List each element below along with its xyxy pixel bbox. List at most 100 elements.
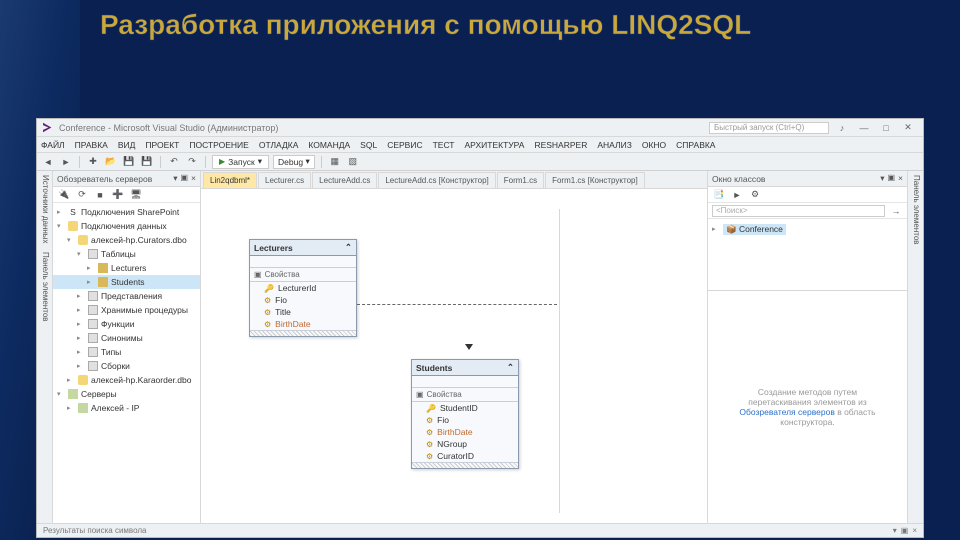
menu-edit[interactable]: ПРАВКА [75,140,108,150]
tree-students[interactable]: Students [111,277,145,287]
class-node-conference[interactable]: 📦 Conference [723,224,786,235]
methods-hint-panel: Создание методов путем перетаскивания эл… [708,291,907,523]
menu-resharper[interactable]: RESHARPER [534,140,587,150]
prop-sbirthdate: BirthDate [437,427,472,437]
panel-dropdown-icon[interactable]: ▾ [880,173,884,184]
menu-tools[interactable]: СЕРВИС [387,140,422,150]
panel-close-icon[interactable]: × [191,173,196,184]
titlebar: Conference - Microsoft Visual Studio (Ад… [37,119,923,137]
maximize-button[interactable]: □ [877,122,895,134]
redo-icon[interactable]: ↷ [185,155,199,169]
tree-tables[interactable]: Таблицы [101,249,136,259]
nav-back-icon[interactable]: ◄ [41,155,55,169]
tree-dataconn[interactable]: Подключения данных [81,221,167,231]
class-settings-icon[interactable]: ⚙ [748,188,762,202]
db-icon [68,221,78,231]
tree-asm[interactable]: Сборки [101,361,130,371]
toolbox-tab-right[interactable]: Панель элементов [910,175,921,245]
class-nav-icon[interactable]: 📑 [712,188,726,202]
save-icon[interactable]: 💾 [122,155,136,169]
tab-linq2db[interactable]: Lin2qdbml* [203,172,257,188]
panel-pin-icon[interactable]: ▣ [180,173,188,184]
canvas-splitter[interactable] [559,209,560,513]
tab-lectureadd-cs[interactable]: LectureAdd.cs [312,172,377,188]
quick-launch-input[interactable]: Быстрый запуск (Ctrl+Q) [709,122,829,134]
stop-icon[interactable]: ■ [93,188,107,202]
entity-resize-handle[interactable] [250,330,356,336]
tool-a-icon[interactable]: ▦ [328,155,342,169]
bottom-dropdown-icon[interactable]: ▾ [893,526,897,535]
window-title: Conference - Microsoft Visual Studio (Ад… [59,123,278,133]
menu-test[interactable]: ТЕСТ [433,140,455,150]
tree-views[interactable]: Представления [101,291,162,301]
tool-b-icon[interactable]: ▧ [346,155,360,169]
class-search-go-icon[interactable]: → [889,204,903,218]
datasources-tab[interactable]: Источники данных [39,175,50,244]
entity-collapse-icon[interactable]: ⌃ [345,242,352,253]
tree-procs[interactable]: Хранимые процедуры [101,305,188,315]
menu-team[interactable]: КОМАНДА [308,140,350,150]
tab-form1-design[interactable]: Form1.cs [Конструктор] [545,172,645,188]
tree-lecturers[interactable]: Lecturers [111,263,146,273]
menu-help[interactable]: СПРАВКА [676,140,715,150]
tree-conn2[interactable]: алексей-hp.Karaorder.dbo [91,375,191,385]
tab-form1-cs[interactable]: Form1.cs [497,172,544,188]
tree-funcs[interactable]: Функции [101,319,135,329]
menu-analyze[interactable]: АНАЛИЗ [597,140,632,150]
prop-icon: ⚙ [264,320,271,329]
notify-icon[interactable]: ♪ [833,122,851,134]
prop-birthdate: BirthDate [275,319,310,329]
menu-debug[interactable]: ОТЛАДКА [259,140,299,150]
toolbox-tab-left[interactable]: Панель элементов [39,252,50,322]
menu-window[interactable]: ОКНО [642,140,666,150]
bottom-pin-icon[interactable]: ▣ [901,526,909,535]
symbol-results-tab[interactable]: Результаты поиска символа [43,526,146,535]
entity-lecturers[interactable]: Lecturers ⌃ ▣Свойства 🔑LecturerId ⚙Fio ⚙… [249,239,357,337]
entity-collapse-icon[interactable]: ⌃ [507,362,514,373]
folder-icon [88,305,98,315]
class-fwd-icon[interactable]: ► [730,188,744,202]
tab-lectureadd-design[interactable]: LectureAdd.cs [Конструктор] [378,172,495,188]
association-line[interactable] [357,304,557,305]
tree-syn[interactable]: Синонимы [101,333,143,343]
minimize-button[interactable]: — [855,122,873,134]
entity-students[interactable]: Students ⌃ ▣Свойства 🔑StudentID ⚙Fio ⚙Bi… [411,359,519,469]
close-button[interactable]: ✕ [899,122,917,134]
vs-logo-icon [43,122,55,134]
tree-srv1[interactable]: Алексей - IP [91,403,139,413]
connect-icon[interactable]: 🔌 [57,188,71,202]
tree-types[interactable]: Типы [101,347,121,357]
panel-pin-icon[interactable]: ▣ [887,173,895,184]
open-icon[interactable]: 📂 [104,155,118,169]
new-icon[interactable]: ✚ [86,155,100,169]
panel-dropdown-icon[interactable]: ▾ [173,173,177,184]
menu-view[interactable]: ВИД [118,140,136,150]
tree-conn1[interactable]: алексей-hp.Curators.dbo [91,235,187,245]
class-search-input[interactable]: <Поиск> [712,205,885,217]
config-dropdown[interactable]: Debug ▾ [273,155,315,169]
folder-icon [88,361,98,371]
panel-close-icon[interactable]: × [898,173,903,184]
menu-project[interactable]: ПРОЕКТ [145,140,179,150]
menu-file[interactable]: ФАЙЛ [41,140,65,150]
undo-icon[interactable]: ↶ [167,155,181,169]
refresh-icon[interactable]: ⟳ [75,188,89,202]
tab-lecturer-cs[interactable]: Lecturer.cs [258,172,311,188]
prop-curatorid: CuratorID [437,451,474,461]
start-debug-button[interactable]: ▶ Запуск ▾ [212,155,269,169]
server-icon[interactable]: 🖥 [129,188,143,202]
menu-build[interactable]: ПОСТРОЕНИЕ [189,140,248,150]
nav-fwd-icon[interactable]: ► [59,155,73,169]
entity-resize-handle[interactable] [412,462,518,468]
entity-section-label: Свойства [265,270,300,279]
designer-canvas[interactable]: Lecturers ⌃ ▣Свойства 🔑LecturerId ⚙Fio ⚙… [201,189,707,523]
server-explorer-link[interactable]: Обозревателя серверов [739,407,834,417]
menu-arch[interactable]: АРХИТЕКТУРА [465,140,525,150]
add-conn-icon[interactable]: ➕ [111,188,125,202]
tree-sharepoint[interactable]: Подключения SharePoint [81,207,179,217]
menu-sql[interactable]: SQL [360,140,377,150]
bottom-close-icon[interactable]: × [912,526,917,535]
db-icon [78,375,88,385]
tree-servers[interactable]: Серверы [81,389,117,399]
save-all-icon[interactable]: 💾 [140,155,154,169]
